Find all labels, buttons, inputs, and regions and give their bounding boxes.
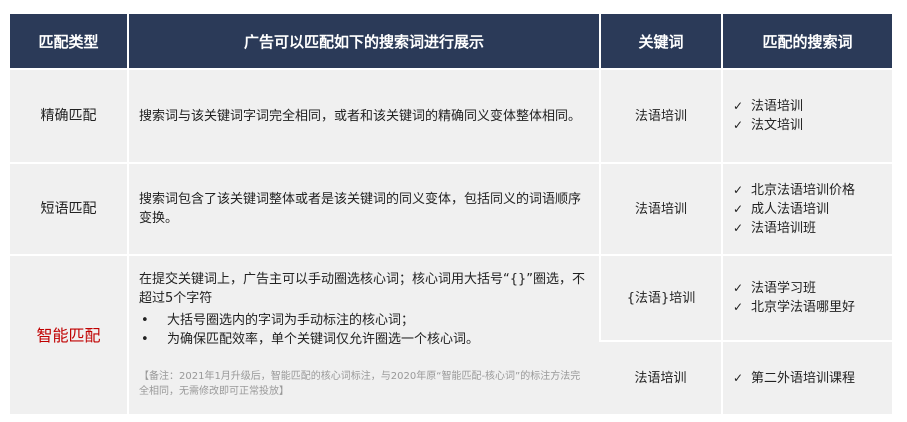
table-row: 精确匹配 搜索词与该关键词字词完全相同，或者和该关键词的精确同义变体整体相同。 … <box>10 68 892 163</box>
list-item: ✓ 法语培训 <box>733 97 892 116</box>
table-row: 智能匹配 在提交关键词上，广告主可以手动圈选核心词；核心词用大括号“{}”圈选，… <box>10 254 892 414</box>
matches-smart-core: ✓ 法语学习班 ✓ 北京学法语哪里好 <box>721 254 892 341</box>
matched-term: 第二外语培训课程 <box>751 370 856 386</box>
table-header-row: 匹配类型 广告可以匹配如下的搜索词进行展示 关键词 匹配的搜索词 <box>10 14 892 69</box>
check-icon: ✓ <box>733 201 744 216</box>
matched-term: 成人法语培训 <box>751 201 830 217</box>
list-item: ✓ 第二外语培训课程 <box>733 369 892 388</box>
keyword-smart-plain: 法语培训 <box>600 340 722 414</box>
header-match-type: 匹配类型 <box>10 14 128 69</box>
matched-term: 北京学法语哪里好 <box>751 300 856 315</box>
match-type-exact: 精确匹配 <box>10 68 128 163</box>
description-smart: 在提交关键词上，广告主可以手动圈选核心词；核心词用大括号“{}”圈选，不超过5个… <box>127 254 600 414</box>
list-item: ✓ 北京学法语哪里好 <box>733 298 892 317</box>
list-item: • 为确保匹配效率，单个关键词仅允许圈选一个核心词。 <box>139 330 587 349</box>
bullet-icon: • <box>141 313 149 328</box>
bullet-text: 大括号圈选内的字词为手动标注的核心词； <box>167 313 415 328</box>
description-phrase: 搜索词包含了该关键词整体或者是该关键词的同义变体，包括同义的词语顺序变换。 <box>127 162 600 255</box>
matches-smart-plain: ✓ 第二外语培训课程 <box>721 340 892 414</box>
check-icon: ✓ <box>733 281 744 295</box>
matched-term: 法语培训班 <box>751 220 817 236</box>
header-description: 广告可以匹配如下的搜索词进行展示 <box>127 14 600 69</box>
matched-term: 法语培训 <box>751 99 804 114</box>
check-icon: ✓ <box>733 370 744 385</box>
matches-exact: ✓ 法语培训 ✓ 法文培训 <box>721 68 892 163</box>
remark-note: 【备注：2021年1月升级后，智能匹配的核心词标注，与2020年原“智能匹配-核… <box>139 371 581 397</box>
list-item: ✓ 成人法语培训 <box>733 200 892 219</box>
page: 匹配类型 广告可以匹配如下的搜索词进行展示 关键词 匹配的搜索词 精确匹配 搜索… <box>0 0 907 422</box>
list-item: ✓ 北京法语培训价格 <box>733 181 892 200</box>
bullet-text: 为确保匹配效率，单个关键词仅允许圈选一个核心词。 <box>167 332 480 347</box>
check-icon: ✓ <box>733 99 744 113</box>
keyword-exact: 法语培训 <box>599 68 722 163</box>
header-keyword: 关键词 <box>599 14 722 69</box>
list-item: • 大括号圈选内的字词为手动标注的核心词； <box>139 311 587 330</box>
keyword-smart-core: {法语}培训 <box>599 254 722 341</box>
header-matched-terms: 匹配的搜索词 <box>721 14 892 69</box>
matches-phrase: ✓ 北京法语培训价格 ✓ 成人法语培训 ✓ 法语培训班 <box>721 162 892 255</box>
matched-term: 法文培训 <box>751 118 804 133</box>
check-icon: ✓ <box>733 182 744 197</box>
check-icon: ✓ <box>733 300 744 314</box>
bullet-icon: • <box>141 332 149 347</box>
check-icon: ✓ <box>733 220 744 235</box>
list-item: ✓ 法语培训班 <box>733 219 892 238</box>
description-exact: 搜索词与该关键词字词完全相同，或者和该关键词的精确同义变体整体相同。 <box>127 68 600 163</box>
keyword-phrase: 法语培训 <box>599 162 722 255</box>
list-item: ✓ 法文培训 <box>733 116 892 135</box>
list-item: ✓ 法语学习班 <box>733 279 892 298</box>
matched-term: 法语学习班 <box>751 281 817 296</box>
match-type-phrase: 短语匹配 <box>10 162 128 255</box>
match-type-table: 匹配类型 广告可以匹配如下的搜索词进行展示 关键词 匹配的搜索词 精确匹配 搜索… <box>10 14 892 414</box>
check-icon: ✓ <box>733 118 744 132</box>
matched-term: 北京法语培训价格 <box>751 182 856 198</box>
smart-description-text: 在提交关键词上，广告主可以手动圈选核心词；核心词用大括号“{}”圈选，不超过5个… <box>139 272 586 306</box>
table-row: 短语匹配 搜索词包含了该关键词整体或者是该关键词的同义变体，包括同义的词语顺序变… <box>10 162 892 255</box>
match-type-smart: 智能匹配 <box>10 254 128 414</box>
